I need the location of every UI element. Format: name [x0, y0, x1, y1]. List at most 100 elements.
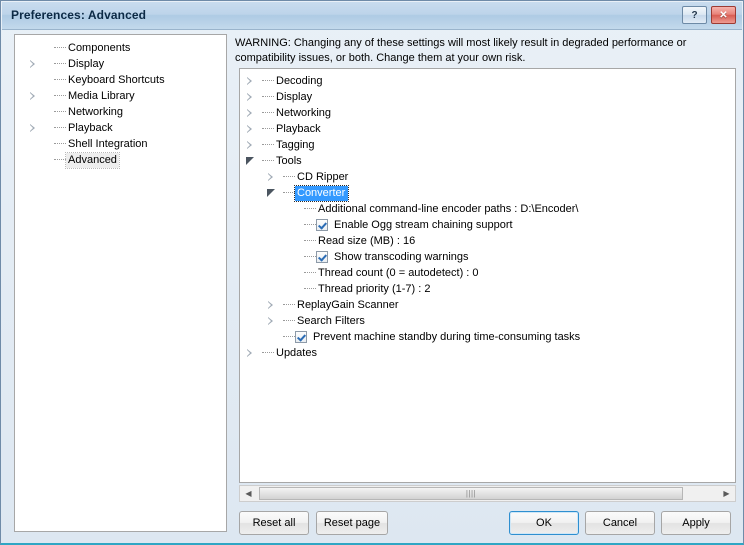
tree-row[interactable]: Additional command-line encoder paths : …: [240, 201, 735, 217]
tree-row[interactable]: Networking: [240, 105, 735, 121]
tree-connector-line: [304, 240, 316, 242]
expander-expanded-icon[interactable]: [267, 188, 276, 198]
tree-row[interactable]: Search Filters: [240, 313, 735, 329]
checkbox-checked[interactable]: [295, 331, 307, 343]
sidebar-item-media-library[interactable]: Media Library: [15, 88, 226, 104]
expander-expanded-icon[interactable]: [246, 156, 255, 166]
tree-expander-slot: [246, 76, 257, 86]
tree-connector-line: [283, 304, 295, 306]
expander-placeholder: [288, 221, 297, 230]
tree-row[interactable]: Display: [240, 89, 735, 105]
tree-row[interactable]: CD Ripper: [240, 169, 735, 185]
tree-expander-slot: [288, 285, 299, 294]
tree-connector-line: [262, 128, 274, 130]
expander-collapsed-icon[interactable]: [246, 348, 255, 358]
sidebar-expander-slot: [29, 59, 49, 69]
expander-placeholder: [29, 140, 38, 149]
tree-row[interactable]: Tagging: [240, 137, 735, 153]
sidebar-item-label: Shell Integration: [68, 137, 148, 150]
expander-collapsed-icon[interactable]: [29, 59, 38, 69]
tree-row[interactable]: Thread priority (1-7) : 2: [240, 281, 735, 297]
expander-placeholder: [288, 285, 297, 294]
sidebar-item-label: Components: [68, 41, 131, 54]
scroll-right-arrow-icon[interactable]: ▶: [718, 486, 735, 501]
reset-all-button[interactable]: Reset all: [239, 511, 309, 535]
sidebar-item-components[interactable]: Components: [15, 40, 226, 56]
reset-page-button[interactable]: Reset page: [316, 511, 388, 535]
help-button[interactable]: ?: [682, 6, 707, 24]
scrollbar-thumb[interactable]: ||||: [259, 487, 683, 500]
sidebar-item-networking[interactable]: Networking: [15, 104, 226, 120]
tree-connector-line: [54, 95, 66, 97]
tree-row[interactable]: Decoding: [240, 73, 735, 89]
sidebar-item-advanced[interactable]: Advanced: [15, 151, 226, 169]
tree-row[interactable]: Prevent machine standby during time-cons…: [240, 329, 735, 345]
expander-placeholder: [267, 333, 276, 342]
expander-collapsed-icon[interactable]: [246, 76, 255, 86]
tree-row[interactable]: Show transcoding warnings: [240, 249, 735, 265]
tree-row[interactable]: Converter: [240, 184, 735, 202]
sidebar-expander-slot: [29, 123, 49, 133]
expander-collapsed-icon[interactable]: [246, 124, 255, 134]
expander-collapsed-icon[interactable]: [246, 108, 255, 118]
tree-row[interactable]: Enable Ogg stream chaining support: [240, 217, 735, 233]
expander-collapsed-icon[interactable]: [246, 92, 255, 102]
checkbox-checked[interactable]: [316, 251, 328, 263]
expander-collapsed-icon[interactable]: [267, 316, 276, 326]
tree-row-label: Show transcoding warnings: [334, 250, 469, 263]
tree-row[interactable]: Tools: [240, 153, 735, 169]
tree-connector-line: [262, 352, 274, 354]
tree-row-label: Playback: [276, 122, 321, 135]
expander-placeholder: [288, 237, 297, 246]
tree-row[interactable]: Updates: [240, 345, 735, 361]
tree-row[interactable]: Thread count (0 = autodetect) : 0: [240, 265, 735, 281]
tree-row[interactable]: Read size (MB) : 16: [240, 233, 735, 249]
tree-row-label: Tools: [276, 154, 302, 167]
expander-collapsed-icon[interactable]: [267, 300, 276, 310]
scroll-left-arrow-icon[interactable]: ◀: [240, 486, 257, 501]
expander-collapsed-icon[interactable]: [267, 172, 276, 182]
tree-expander-slot: [246, 348, 257, 358]
expander-collapsed-icon[interactable]: [29, 91, 38, 101]
sidebar-item-playback[interactable]: Playback: [15, 120, 226, 136]
ok-button[interactable]: OK: [509, 511, 579, 535]
checkbox-checked[interactable]: [316, 219, 328, 231]
expander-placeholder: [288, 253, 297, 262]
tree-row-label: ReplayGain Scanner: [297, 298, 399, 311]
category-sidebar[interactable]: Components Display Keyboard Shortcuts Media…: [14, 34, 227, 532]
tree-connector-line: [54, 143, 66, 145]
sidebar-item-display[interactable]: Display: [15, 56, 226, 72]
tree-expander-slot: [288, 221, 299, 230]
tree-expander-slot: [288, 269, 299, 278]
horizontal-scrollbar[interactable]: ◀ |||| ▶: [239, 485, 736, 502]
sidebar-item-keyboard-shortcuts[interactable]: Keyboard Shortcuts: [15, 72, 226, 88]
tree-row-label: Updates: [276, 346, 317, 359]
tree-row-label: Enable Ogg stream chaining support: [334, 218, 513, 231]
cancel-button[interactable]: Cancel: [585, 511, 655, 535]
tree-row-label: CD Ripper: [297, 170, 349, 183]
close-button[interactable]: ✕: [711, 6, 736, 24]
tree-connector-line: [262, 112, 274, 114]
sidebar-expander-slot: [29, 76, 49, 85]
sidebar-item-label: Networking: [68, 105, 124, 118]
tree-expander-slot: [288, 253, 299, 262]
tree-row-label: Thread count (0 = autodetect) : 0: [318, 266, 479, 279]
scrollbar-track[interactable]: ||||: [257, 486, 718, 501]
expander-collapsed-icon[interactable]: [246, 140, 255, 150]
expander-collapsed-icon[interactable]: [29, 123, 38, 133]
tree-expander-slot: [246, 124, 257, 134]
expander-placeholder: [288, 205, 297, 214]
sidebar-expander-slot: [29, 156, 49, 165]
advanced-settings-tree[interactable]: Decoding Display Networking Playback Tagging…: [239, 68, 736, 483]
tree-expander-slot: [246, 140, 257, 150]
tree-row[interactable]: ReplayGain Scanner: [240, 297, 735, 313]
tree-row[interactable]: Playback: [240, 121, 735, 137]
tree-row-label: Decoding: [276, 74, 323, 87]
tree-row-label: Prevent machine standby during time-cons…: [313, 330, 581, 343]
tree-row-label: Display: [276, 90, 313, 103]
expander-placeholder: [29, 44, 38, 53]
sidebar-item-shell-integration[interactable]: Shell Integration: [15, 136, 226, 152]
tree-row-label: Additional command-line encoder paths : …: [318, 202, 579, 215]
apply-button[interactable]: Apply: [661, 511, 731, 535]
expander-placeholder: [29, 156, 38, 165]
